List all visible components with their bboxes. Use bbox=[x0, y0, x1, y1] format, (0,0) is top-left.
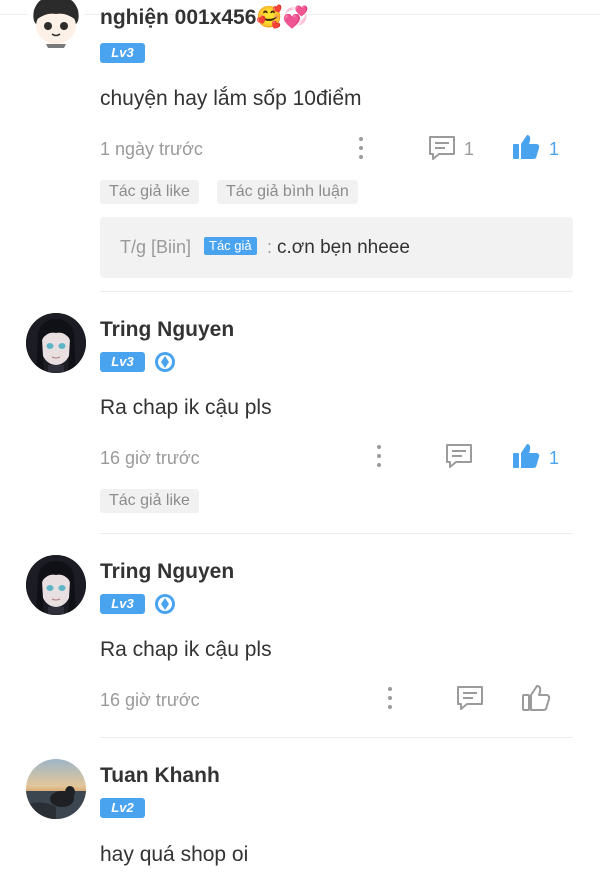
comment-username[interactable]: Tring Nguyen bbox=[100, 318, 234, 342]
avatar[interactable] bbox=[26, 759, 86, 819]
tag-author-like: Tác giả like bbox=[100, 180, 199, 204]
like-count: 1 bbox=[549, 448, 560, 468]
avatar[interactable] bbox=[26, 313, 86, 373]
comment-username[interactable]: Tuan Khanh bbox=[100, 764, 220, 788]
comment-username[interactable]: nghiện 001x456🥰💞 bbox=[100, 6, 309, 30]
comment-icon[interactable] bbox=[427, 134, 457, 162]
reply-author-name: T/g [Biin] bbox=[120, 237, 192, 257]
avatar[interactable] bbox=[26, 0, 86, 56]
comment-username[interactable]: Tring Nguyen bbox=[100, 560, 234, 584]
thumbs-up-icon[interactable] bbox=[521, 684, 551, 712]
level-badge: Lv3 bbox=[100, 352, 145, 372]
thumbs-up-icon[interactable] bbox=[511, 442, 541, 470]
more-options-icon[interactable] bbox=[355, 136, 367, 162]
comment-item: Tuan Khanh Lv2 hay quá shop oi bbox=[0, 738, 600, 889]
reply-text: c.ơn bẹn nheee bbox=[277, 237, 410, 258]
author-reply[interactable]: T/g [Biin] Tác giả : c.ơn bẹn nheee bbox=[100, 217, 573, 278]
tag-author-comment: Tác giả bình luận bbox=[217, 180, 358, 204]
comment-time: 16 giờ trước bbox=[100, 448, 200, 468]
reply-count: 1 bbox=[464, 139, 475, 159]
thumbs-up-icon[interactable] bbox=[511, 133, 541, 161]
comment-time: 16 giờ trước bbox=[100, 690, 200, 710]
comment-text: hay quá shop oi bbox=[100, 843, 249, 866]
more-options-icon[interactable] bbox=[373, 444, 385, 470]
comment-icon[interactable] bbox=[444, 442, 474, 470]
comment-time: 1 ngày trước bbox=[100, 139, 203, 159]
comment-icon[interactable] bbox=[455, 684, 485, 712]
like-count: 1 bbox=[549, 139, 560, 159]
more-options-icon[interactable] bbox=[384, 686, 396, 712]
comment-item: nghiện 001x456🥰💞 Lv3 chuyện hay lắm sốp … bbox=[0, 0, 600, 292]
tag-author-like: Tác giả like bbox=[100, 489, 199, 513]
level-badge: Lv3 bbox=[100, 43, 145, 63]
comment-text: Ra chap ik cậu pls bbox=[100, 396, 272, 419]
reply-separator: : bbox=[267, 237, 273, 257]
comment-item: Tring Nguyen Lv3 Ra chap ik cậu pls 16 g… bbox=[0, 534, 600, 738]
medal-icon bbox=[154, 351, 176, 373]
level-badge: Lv3 bbox=[100, 594, 145, 614]
author-badge: Tác giả bbox=[204, 237, 257, 255]
comment-item: Tring Nguyen Lv3 Ra chap ik cậu pls 16 g… bbox=[0, 292, 600, 534]
medal-icon bbox=[154, 593, 176, 615]
comment-text: Ra chap ik cậu pls bbox=[100, 638, 272, 661]
avatar[interactable] bbox=[26, 555, 86, 615]
level-badge: Lv2 bbox=[100, 798, 145, 818]
comment-text: chuyện hay lắm sốp 10điểm bbox=[100, 87, 362, 110]
